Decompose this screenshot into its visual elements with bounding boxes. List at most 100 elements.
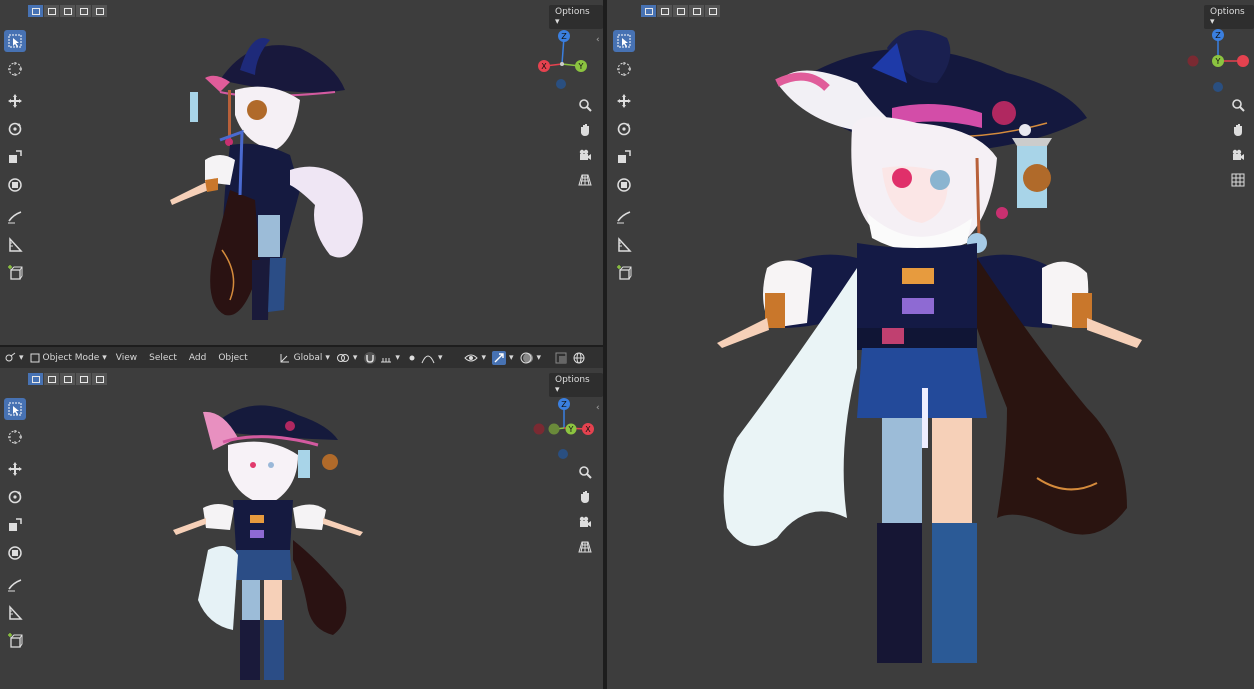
camera-icon[interactable] bbox=[576, 513, 594, 531]
navigation-gizmo[interactable]: Z Y X bbox=[532, 398, 596, 464]
z-axis-label: Z bbox=[561, 32, 567, 41]
visibility-toggle[interactable]: ▾ bbox=[464, 352, 486, 364]
xray-toggle[interactable] bbox=[555, 352, 567, 364]
menu-add[interactable]: Add bbox=[186, 353, 209, 363]
add-cube-tool[interactable] bbox=[4, 630, 26, 652]
navigation-gizmo[interactable]: Z Y bbox=[1185, 28, 1251, 94]
hand-pan-icon[interactable] bbox=[576, 121, 594, 139]
annotate-tool[interactable] bbox=[613, 206, 635, 228]
transform-tool[interactable] bbox=[4, 174, 26, 196]
neg-x-axis-handle[interactable] bbox=[533, 423, 545, 435]
options-dropdown[interactable]: Options ▾ bbox=[549, 5, 603, 29]
sidebar-toggle-chevron[interactable]: ‹ bbox=[596, 35, 600, 45]
select-intersect-icon[interactable] bbox=[689, 5, 704, 17]
select-subtract-icon[interactable] bbox=[60, 5, 75, 17]
rotate-tool[interactable] bbox=[4, 118, 26, 140]
cursor-tool[interactable] bbox=[4, 58, 26, 80]
menu-select[interactable]: Select bbox=[146, 353, 180, 363]
measure-icon bbox=[9, 237, 23, 252]
navigation-gizmo[interactable]: Z Y X bbox=[532, 28, 592, 94]
select-intersect-icon[interactable] bbox=[76, 5, 91, 17]
camera-icon[interactable] bbox=[1229, 146, 1247, 164]
zoom-icon[interactable] bbox=[576, 463, 594, 481]
snap-toggle[interactable]: ▾ bbox=[363, 351, 400, 365]
gizmo-toggle[interactable]: ▾ bbox=[492, 350, 514, 365]
zoom-icon[interactable] bbox=[576, 96, 594, 114]
cursor-tool[interactable] bbox=[613, 58, 635, 80]
mode-selector[interactable]: Object Mode ▾ bbox=[30, 353, 107, 363]
rotate-icon bbox=[617, 122, 631, 136]
zoom-icon[interactable] bbox=[1229, 96, 1247, 114]
add-cube-icon bbox=[8, 265, 23, 280]
sidebar-toggle-chevron[interactable]: ‹ bbox=[596, 403, 600, 413]
measure-icon bbox=[9, 605, 23, 620]
select-intersect-icon[interactable] bbox=[76, 373, 91, 385]
scale-tool[interactable] bbox=[613, 146, 635, 168]
transform-icon bbox=[8, 178, 22, 192]
selection-mode-buttons[interactable] bbox=[28, 5, 107, 17]
select-box-tool[interactable] bbox=[4, 30, 26, 52]
transform-orientation-selector[interactable]: Global ▾ bbox=[279, 352, 330, 364]
neg-z-axis-handle[interactable] bbox=[558, 449, 568, 459]
select-extend-icon[interactable] bbox=[657, 5, 672, 17]
select-extend-icon[interactable] bbox=[44, 373, 59, 385]
options-dropdown[interactable]: Options ▾ bbox=[1204, 5, 1254, 29]
move-tool[interactable] bbox=[4, 458, 26, 480]
viewport-bottom-left[interactable]: Options ▾ Z Y X ‹ bbox=[0, 368, 603, 689]
cursor-tool[interactable] bbox=[4, 426, 26, 448]
neg-y-axis-handle[interactable] bbox=[548, 423, 560, 435]
select-subtract-icon[interactable] bbox=[673, 5, 688, 17]
character-model-front-view[interactable] bbox=[168, 390, 378, 689]
perspective-grid-icon[interactable] bbox=[576, 171, 594, 189]
scale-tool[interactable] bbox=[4, 146, 26, 168]
character-model-side-view[interactable] bbox=[160, 20, 390, 330]
move-tool[interactable] bbox=[4, 90, 26, 112]
select-box-tool[interactable] bbox=[613, 30, 635, 52]
neg-z-axis-handle[interactable] bbox=[556, 79, 566, 89]
select-invert-icon[interactable] bbox=[92, 5, 107, 17]
annotate-tool[interactable] bbox=[4, 206, 26, 228]
menu-object[interactable]: Object bbox=[215, 353, 250, 363]
select-new-icon[interactable] bbox=[641, 5, 656, 17]
measure-tool[interactable] bbox=[4, 602, 26, 624]
x-axis-handle[interactable] bbox=[1237, 55, 1249, 67]
select-extend-icon[interactable] bbox=[44, 5, 59, 17]
transform-tool[interactable] bbox=[613, 174, 635, 196]
neg-z-axis-handle[interactable] bbox=[1213, 82, 1223, 92]
rotate-tool[interactable] bbox=[4, 486, 26, 508]
hand-pan-icon[interactable] bbox=[576, 488, 594, 506]
menu-view[interactable]: View bbox=[113, 353, 140, 363]
neg-x-axis-handle[interactable] bbox=[1187, 55, 1199, 67]
editor-type-button[interactable]: ▾ bbox=[4, 352, 24, 364]
scale-tool[interactable] bbox=[4, 514, 26, 536]
transform-tool[interactable] bbox=[4, 542, 26, 564]
perspective-grid-icon[interactable] bbox=[576, 538, 594, 556]
camera-icon[interactable] bbox=[576, 146, 594, 164]
select-invert-icon[interactable] bbox=[92, 373, 107, 385]
select-subtract-icon[interactable] bbox=[60, 373, 75, 385]
viewport-top-left[interactable]: Options ▾ Z Y X ‹ bbox=[0, 0, 603, 345]
select-box-tool[interactable] bbox=[4, 398, 26, 420]
rotate-icon bbox=[8, 122, 22, 136]
select-new-icon[interactable] bbox=[28, 5, 43, 17]
selection-mode-buttons[interactable] bbox=[28, 373, 107, 385]
overlays-toggle[interactable]: ▾ bbox=[520, 351, 541, 365]
select-new-icon[interactable] bbox=[28, 373, 43, 385]
select-invert-icon[interactable] bbox=[705, 5, 720, 17]
hand-pan-icon[interactable] bbox=[1229, 121, 1247, 139]
annotate-tool[interactable] bbox=[4, 574, 26, 596]
measure-tool[interactable] bbox=[613, 234, 635, 256]
proportional-editing[interactable]: ▾ bbox=[406, 352, 442, 364]
add-cube-tool[interactable] bbox=[613, 262, 635, 284]
selection-mode-buttons[interactable] bbox=[641, 5, 720, 17]
options-dropdown[interactable]: Options ▾ bbox=[549, 373, 603, 397]
grid-icon[interactable] bbox=[1229, 171, 1247, 189]
pivot-point-button[interactable]: ▾ bbox=[336, 352, 357, 364]
character-model-large-front-view[interactable] bbox=[707, 28, 1147, 673]
rotate-tool[interactable] bbox=[613, 118, 635, 140]
measure-tool[interactable] bbox=[4, 234, 26, 256]
move-tool[interactable] bbox=[613, 90, 635, 112]
viewport-right[interactable]: Options ▾ Z Y bbox=[607, 0, 1254, 689]
wireframe-shading-button[interactable] bbox=[573, 352, 585, 364]
add-cube-tool[interactable] bbox=[4, 262, 26, 284]
